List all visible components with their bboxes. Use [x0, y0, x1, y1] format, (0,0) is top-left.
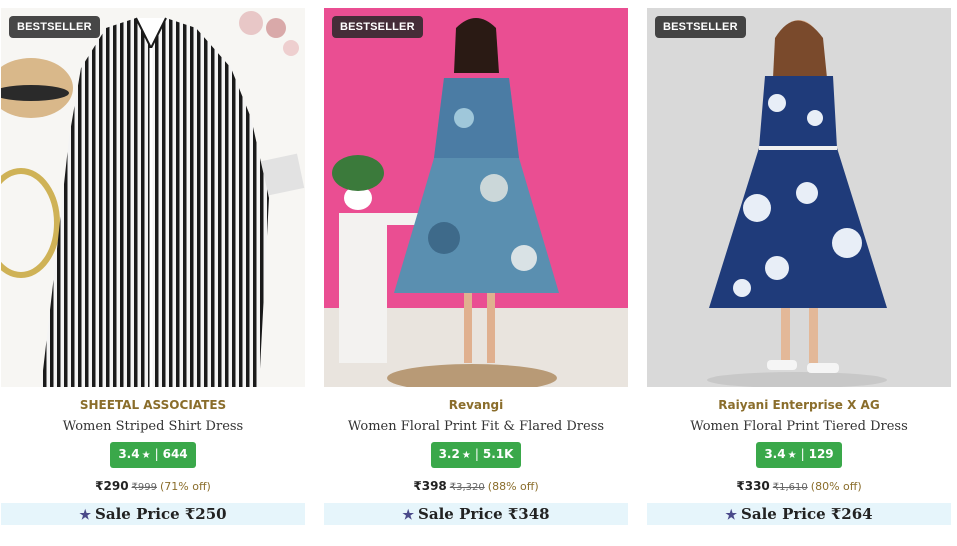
rating-count: 644 — [162, 447, 188, 461]
rating-container: 3.4 ★ | 644 — [1, 442, 305, 468]
price-row: ₹290 ₹999 (71% off) — [1, 479, 305, 493]
brand-name: SHEETAL ASSOCIATES — [79, 398, 227, 412]
sale-star-icon: ★ — [402, 508, 415, 523]
rating-value: 3.4 — [118, 447, 140, 461]
product-title[interactable]: Women Floral Print Fit & Flared Dress — [324, 419, 628, 434]
star-icon: ★ — [461, 450, 471, 461]
rating-value: 3.4 — [764, 447, 786, 461]
brand-name: Raiyani Enterprise X AG — [718, 398, 880, 412]
product-image[interactable] — [324, 8, 628, 387]
bestseller-badge: BESTSELLER — [332, 16, 423, 38]
rating-count: 129 — [808, 447, 834, 461]
discount-text: (88% off) — [487, 480, 539, 493]
product-image[interactable] — [647, 8, 951, 387]
sale-price-banner: ★ Sale Price ₹348 — [324, 503, 628, 525]
sale-price-text: Sale Price ₹348 — [418, 505, 550, 523]
product-grid: BESTSELLER SHEETAL ASSOCIATES Women Stri… — [0, 8, 957, 546]
discount-text: (71% off) — [160, 480, 211, 493]
rating-separator: | — [800, 447, 805, 461]
product-title[interactable]: Women Floral Print Tiered Dress — [647, 419, 951, 434]
current-price: ₹330 — [736, 479, 770, 493]
rating-badge: 3.4 ★ | 644 — [110, 442, 196, 468]
rating-value: 3.2 — [438, 447, 460, 461]
sale-price-banner: ★ Sale Price ₹264 — [647, 503, 951, 525]
current-price: ₹398 — [413, 479, 447, 493]
product-card[interactable]: BESTSELLER Revangi Women Floral Print Fi… — [324, 8, 628, 526]
bestseller-badge: BESTSELLER — [655, 16, 746, 38]
sale-price-banner: ★ Sale Price ₹250 — [1, 503, 305, 525]
current-price: ₹290 — [95, 479, 129, 493]
bestseller-badge: BESTSELLER — [9, 16, 100, 38]
price-row: ₹330 ₹1,610 (80% off) — [647, 479, 951, 493]
sale-price-text: Sale Price ₹264 — [741, 505, 873, 523]
price-row: ₹398 ₹3,320 (88% off) — [324, 479, 628, 493]
rating-badge: 3.2 ★ | 5.1K — [430, 442, 522, 468]
rating-badge: 3.4 ★ | 129 — [756, 442, 842, 468]
sale-star-icon: ★ — [725, 508, 738, 523]
rating-container: 3.4 ★ | 129 — [647, 442, 951, 468]
star-icon: ★ — [141, 450, 151, 461]
star-icon: ★ — [787, 450, 797, 461]
original-price: ₹3,320 — [449, 482, 485, 493]
sale-price-text: Sale Price ₹250 — [95, 505, 227, 523]
rating-count: 5.1K — [482, 447, 514, 461]
rating-container: 3.2 ★ | 5.1K — [324, 442, 628, 468]
rating-separator: | — [474, 447, 479, 461]
discount-text: (80% off) — [810, 480, 862, 493]
original-price: ₹1,610 — [772, 482, 808, 493]
product-title[interactable]: Women Striped Shirt Dress — [1, 419, 305, 434]
product-image[interactable] — [1, 8, 305, 387]
product-card[interactable]: BESTSELLER Raiyani Enterprise X AG Women… — [647, 8, 951, 526]
sale-star-icon: ★ — [79, 508, 92, 523]
rating-separator: | — [154, 447, 159, 461]
original-price: ₹999 — [131, 482, 157, 493]
product-card[interactable]: BESTSELLER SHEETAL ASSOCIATES Women Stri… — [1, 8, 305, 526]
brand-name: Revangi — [448, 398, 504, 412]
